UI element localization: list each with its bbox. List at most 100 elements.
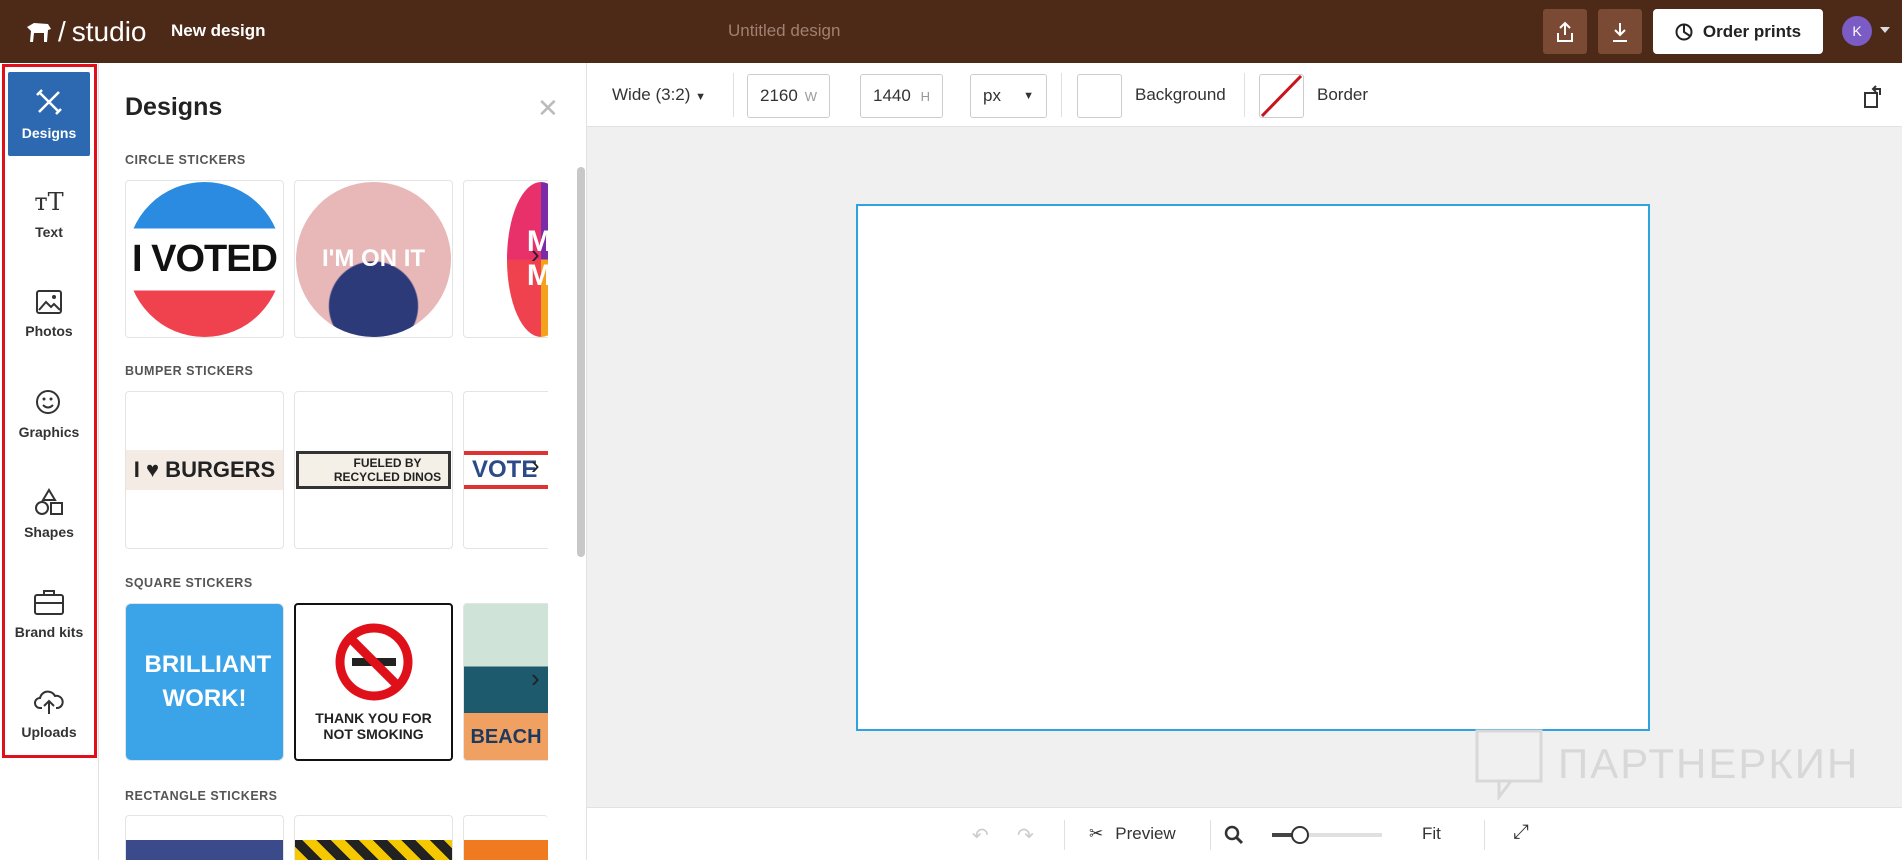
nav-uploads[interactable]: Uploads — [8, 672, 90, 756]
nav-photos[interactable]: Photos — [8, 272, 90, 356]
order-prints-label: Order prints — [1702, 21, 1802, 41]
nav-label: Text — [35, 224, 63, 240]
section-label: BUMPER STICKERS — [125, 364, 254, 378]
preset-label: Wide (3:2) — [612, 85, 691, 104]
preview-label: Preview — [1115, 824, 1176, 843]
designs-panel: Designs ✕ CIRCLE STICKERS I VOTED I'M ON… — [99, 63, 587, 860]
rotate-orientation-icon[interactable] — [1862, 83, 1884, 109]
sticker-text: BRILLIANT WORK! — [144, 651, 272, 712]
width-unit: W — [804, 88, 817, 104]
sticker-text: I'M ON IT — [296, 181, 451, 337]
avatar[interactable]: K — [1842, 16, 1872, 46]
sticker-text: FUELED BY RECYCLED DINOS — [296, 451, 451, 489]
logo-slash: / — [58, 16, 66, 47]
sticker-text: I VOTED — [127, 181, 282, 337]
zoom-slider[interactable] — [1272, 826, 1382, 844]
design-thumbnail[interactable] — [294, 815, 453, 860]
share-button[interactable] — [1543, 9, 1587, 54]
account-dropdown-caret[interactable] — [1880, 27, 1890, 38]
background-label[interactable]: Background — [1135, 85, 1226, 105]
order-prints-button[interactable]: Order prints — [1653, 9, 1823, 54]
nav-label: Designs — [21, 125, 77, 141]
sticker-text: I ♥ BURGERS — [126, 450, 283, 490]
share-icon — [1557, 21, 1573, 42]
design-thumbnail[interactable] — [463, 815, 548, 860]
width-value: 2160 — [760, 86, 798, 105]
undo-icon[interactable]: ↶ — [972, 823, 989, 848]
divider — [733, 73, 734, 117]
chevron-right-icon[interactable]: › — [531, 450, 540, 481]
background-swatch[interactable] — [1077, 74, 1122, 118]
border-label[interactable]: Border — [1317, 85, 1368, 105]
section-label: RECTANGLE STICKERS — [125, 789, 278, 803]
fit-button[interactable]: Fit — [1422, 824, 1441, 844]
redo-icon[interactable]: ↷ — [1017, 823, 1034, 848]
caret-down-icon: ▼ — [1023, 90, 1034, 102]
preset-dropdown[interactable]: Wide (3:2) ▼ — [612, 85, 706, 105]
section-label: CIRCLE STICKERS — [125, 153, 246, 167]
logo-text: studio — [71, 16, 147, 47]
nav-label: Uploads — [21, 724, 77, 740]
divider — [1484, 820, 1485, 850]
smiley-icon — [36, 390, 60, 414]
design-thumbnail[interactable]: I'M ON IT — [294, 180, 453, 338]
nav-label: Shapes — [24, 524, 74, 540]
image-icon — [36, 290, 62, 314]
bottom-bar: ↶ ↷ ✂ Preview Fit ⤢ — [587, 807, 1902, 860]
nav-designs[interactable]: Designs — [8, 72, 90, 156]
fullscreen-icon[interactable]: ⤢ — [1513, 821, 1529, 844]
nav-brand-kits[interactable]: Brand kits — [8, 572, 90, 656]
nav-label: Graphics — [18, 424, 80, 440]
logo[interactable]: / studio — [26, 16, 147, 48]
briefcase-icon — [34, 590, 64, 615]
sticker-icon — [1675, 23, 1693, 40]
nav-shapes[interactable]: Shapes — [8, 472, 90, 556]
download-button[interactable] — [1598, 9, 1642, 54]
designs-icon — [36, 89, 62, 115]
design-thumbnail[interactable] — [125, 815, 284, 860]
text-icon: ᴛT — [34, 188, 64, 216]
zoom-icon[interactable] — [1224, 825, 1244, 845]
design-thumbnail[interactable]: FUELED BY RECYCLED DINOS — [294, 391, 453, 549]
zoom-slider-handle[interactable] — [1290, 826, 1309, 844]
design-thumbnail[interactable]: I VOTED — [125, 180, 284, 338]
nav-label: Photos — [25, 323, 73, 339]
chevron-right-icon[interactable]: › — [531, 239, 540, 270]
nav-text[interactable]: ᴛT Text — [8, 172, 90, 256]
artboard[interactable] — [856, 204, 1650, 731]
nav-graphics[interactable]: Graphics — [8, 372, 90, 456]
sticker-preview — [464, 840, 548, 860]
close-icon[interactable]: ✕ — [537, 93, 559, 124]
section-label: SQUARE STICKERS — [125, 576, 253, 590]
no-border-icon — [1260, 75, 1303, 117]
sticker-preview — [126, 840, 283, 860]
watermark: ПАРТНЕРКИН — [1474, 728, 1859, 800]
panel-title: Designs — [125, 93, 223, 121]
sticker-text: BEACH — [470, 725, 542, 748]
document-title[interactable]: Untitled design — [728, 21, 840, 41]
width-input[interactable]: 2160 W — [747, 74, 830, 118]
design-thumbnail[interactable]: BRILLIANT WORK! — [125, 603, 284, 761]
chevron-right-icon[interactable]: › — [531, 663, 540, 694]
height-unit: H — [920, 88, 930, 104]
new-design-link[interactable]: New design — [171, 21, 265, 41]
divider — [1244, 73, 1245, 117]
scissors-icon: ✂ — [1089, 824, 1104, 843]
download-icon — [1613, 22, 1627, 42]
units-dropdown[interactable]: px ▼ — [970, 74, 1047, 118]
divider — [1210, 820, 1211, 850]
scrollbar[interactable] — [577, 167, 585, 557]
border-swatch[interactable] — [1259, 74, 1304, 118]
nav-label: Brand kits — [14, 624, 84, 640]
design-thumbnail[interactable]: I ♥ BURGERS — [125, 391, 284, 549]
cloud-upload-icon — [34, 690, 64, 714]
sticker-preview — [295, 840, 452, 860]
watermark-logo-icon — [1475, 729, 1543, 800]
design-thumbnail[interactable]: THANK YOU FOR NOT SMOKING — [294, 603, 453, 761]
height-input[interactable]: 1440 H — [860, 74, 943, 118]
height-value: 1440 — [873, 86, 911, 105]
preview-button[interactable]: ✂ Preview — [1089, 824, 1176, 844]
divider — [1061, 73, 1062, 117]
horse-icon — [27, 23, 51, 42]
left-nav: Designs ᴛT Text Photos Graphics Shapes B… — [0, 63, 99, 860]
